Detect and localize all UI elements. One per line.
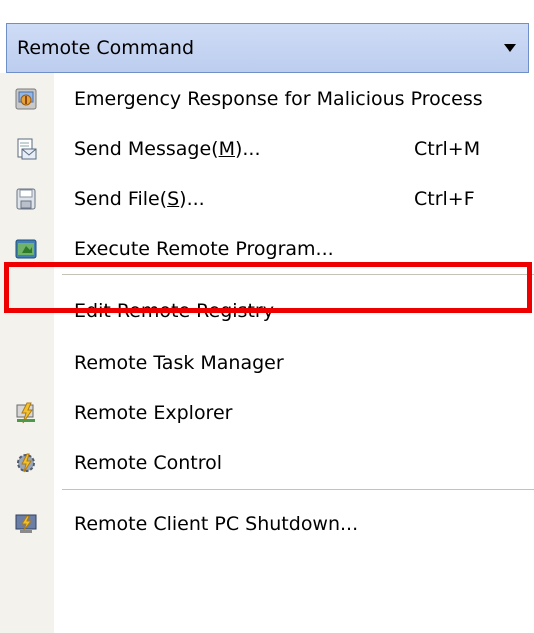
menu-item-label: Execute Remote Program... (74, 238, 334, 260)
menu-item-label: Remote Client PC Shutdown... (74, 513, 359, 535)
menu-separator (62, 489, 534, 490)
menu-item-remote-client-pc-shutdown[interactable]: Remote Client PC Shutdown... (0, 498, 534, 550)
menu-item-remote-control[interactable]: Remote Control (0, 437, 534, 489)
remote-command-menu-screen: Remote Command Emergency Response for Ma… (0, 0, 534, 633)
menu-item-emergency-response[interactable]: Emergency Response for Malicious Process (0, 73, 534, 125)
menu-item-label: Emergency Response for Malicious Process (74, 88, 483, 110)
shutdown-icon (15, 514, 37, 533)
menu-item-remote-explorer[interactable]: Remote Explorer (0, 387, 534, 439)
menu-item-shortcut: Ctrl+F (414, 188, 475, 210)
dropdown-title: Remote Command (17, 37, 195, 59)
dropdown-arrow-icon[interactable] (504, 44, 516, 52)
menu-item-label: Remote Task Manager (74, 352, 284, 374)
menu-item-label: Send File(S)... (74, 188, 205, 210)
remote-command-dropdown[interactable]: Remote Command (6, 23, 529, 73)
menu-item-label: Remote Control (74, 452, 223, 474)
menu-item-label: Remote Explorer (74, 402, 233, 424)
menu-item-label: Send Message(M)... (74, 138, 261, 160)
remote-control-icon (17, 453, 35, 473)
menu-item-send-file[interactable]: Send File(S)... Ctrl+F (0, 173, 534, 225)
send-file-icon (16, 188, 36, 210)
highlight-box (4, 262, 532, 313)
remote-explorer-icon (16, 402, 35, 424)
execute-program-icon (15, 239, 37, 259)
shield-process-icon (15, 88, 37, 110)
menu-item-remote-task-manager[interactable]: Remote Task Manager (0, 337, 534, 389)
menu-item-send-message[interactable]: Send Message(M)... Ctrl+M (0, 123, 534, 175)
send-message-icon (17, 138, 37, 160)
menu-item-shortcut: Ctrl+M (414, 138, 481, 160)
context-menu: Emergency Response for Malicious Process… (0, 73, 534, 633)
